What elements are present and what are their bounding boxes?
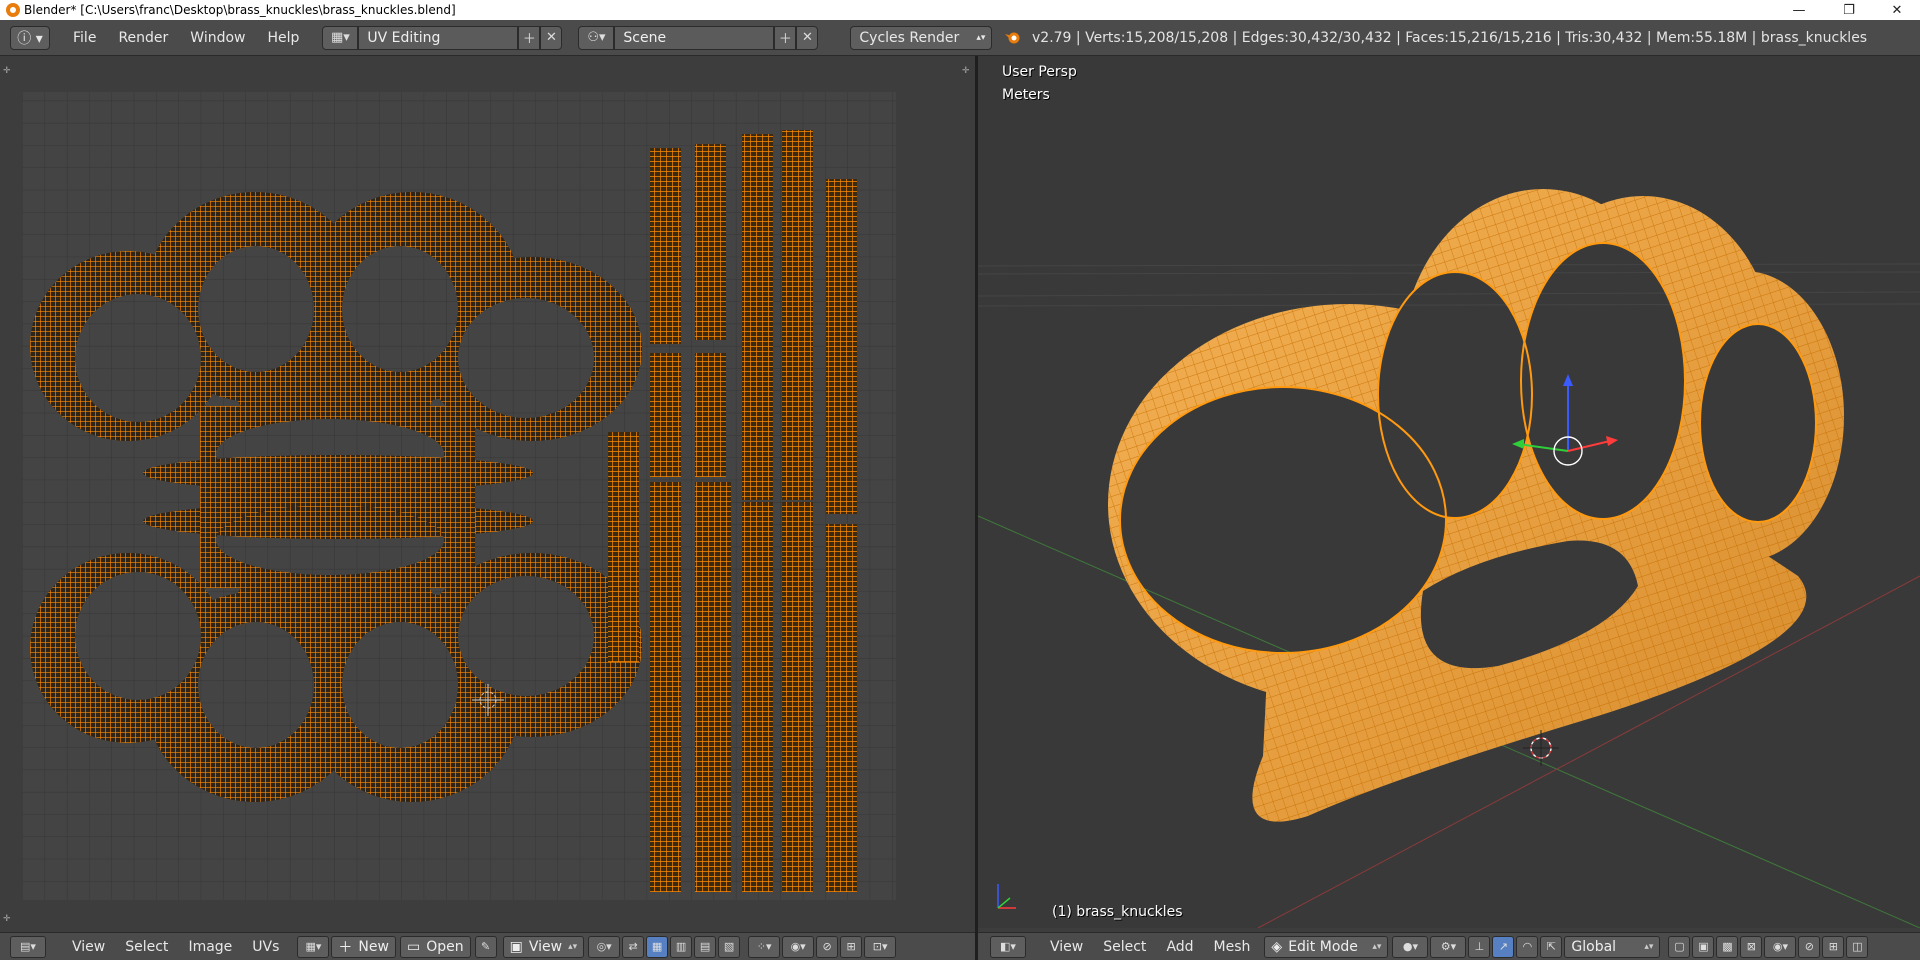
area-corner-icon[interactable]: ✛ [962,66,972,76]
menu-file[interactable]: File [62,30,107,46]
active-object-label: (1) brass_knuckles [1052,904,1183,920]
open-label: Open [426,938,464,955]
viewport-menu-select[interactable]: Select [1093,939,1156,955]
uv-menu-view[interactable]: View [62,939,115,955]
viewport-menu-add[interactable]: Add [1156,939,1203,955]
render-preview-icon[interactable]: ◫ [1846,935,1869,958]
translate-manipulator-icon[interactable]: ↗ [1492,935,1515,958]
view-mode-label: View [528,938,563,955]
stats-text: v2.79 | Verts:15,208/15,208 | Edges:30,4… [1032,30,1868,46]
blender-logo-icon [6,3,20,17]
dropdown-arrows-icon: ▴▾ [1372,941,1382,952]
dropdown-arrows-icon: ▴▾ [568,941,578,952]
pivot-icon[interactable]: ◎▾ [588,935,621,958]
uv-menu-image[interactable]: Image [178,939,242,955]
screen-layout-field[interactable]: UV Editing [358,25,519,50]
restore-button[interactable]: ❐ [1826,0,1872,20]
snap-icon[interactable]: ⊘ [816,935,839,958]
uv-channel-icon[interactable]: ⊡▾ [864,935,897,958]
area-corner-icon[interactable]: ✛ [3,66,13,76]
uv-image-editor[interactable]: ✛ ✛ ✛ [0,56,975,938]
orientation-label: Global [1571,938,1617,955]
area-corner-icon[interactable]: ✛ [3,914,13,924]
menu-window[interactable]: Window [179,30,256,46]
sticky-selection-icon[interactable]: ⁘▾ [748,935,781,958]
menu-help[interactable]: Help [256,30,310,46]
uv-canvas[interactable] [0,56,975,938]
transform-orientation-dropdown[interactable]: Global ▴▾ [1564,935,1661,958]
info-header: ⓘ ▾ File Render Window Help ▦▾ UV Editin… [0,20,1920,56]
menu-render[interactable]: Render [107,30,179,46]
editor-type-info-icon[interactable]: ⓘ ▾ [10,25,50,50]
manipulator-toggle-icon[interactable]: ⊥ [1468,935,1491,958]
screen-layout-icon[interactable]: ▦▾ [322,25,359,50]
layer-vertex-icon[interactable]: ▢ [1668,935,1691,958]
sync-selection-icon[interactable]: ⇄ [622,935,645,958]
scene-icon[interactable]: ⚇▾ [578,25,615,50]
viewport-header: ◧▾ View Select Add Mesh ◈ Edit Mode ▴▾ ●▾ … [978,932,1920,960]
snap-element-icon[interactable]: ⊞ [840,935,863,958]
uv-menu-select[interactable]: Select [115,939,178,955]
proportional-edit-icon[interactable]: ◉▾ [1764,935,1797,958]
add-screen-icon[interactable]: ＋ [518,25,541,50]
viewport-shading-icon[interactable]: ●▾ [1392,935,1429,958]
blender-logo-icon [1004,31,1022,45]
new-label: New [358,938,389,955]
editor-type-3d-icon[interactable]: ◧▾ [990,935,1026,958]
open-image-button[interactable]: ▭ Open [399,935,471,958]
snap-target-icon[interactable]: ⊞ [1822,935,1845,958]
proportional-editing-icon[interactable]: ◉▾ [782,935,815,958]
rotate-manipulator-icon[interactable]: ◠ [1516,935,1539,958]
pivot-point-icon[interactable]: ⚙▾ [1430,935,1467,958]
view-mode-dropdown[interactable]: ▣ View ▴▾ [502,935,585,958]
mode-dropdown[interactable]: ◈ Edit Mode ▴▾ [1264,935,1389,958]
pin-image-icon[interactable]: ✎ [474,935,497,958]
view-name: User Persp [1002,64,1077,80]
mode-label: Edit Mode [1288,938,1358,955]
viewport-menu-mesh[interactable]: Mesh [1204,939,1261,955]
viewport-menu-view[interactable]: View [1040,939,1093,955]
uv-editor-header: ▤▾ View Select Image UVs ▦▾ ＋ New ▭ Open ✎… [0,932,975,960]
render-engine-dropdown[interactable]: Cycles Render ▴▾ [850,25,993,50]
scene-stats: v2.79 | Verts:15,208/15,208 | Edges:30,4… [1004,20,1867,56]
browse-image-icon[interactable]: ▦▾ [297,935,330,958]
editor-type-image-icon[interactable]: ▤▾ [10,935,46,958]
dropdown-arrows-icon: ▴▾ [976,32,986,43]
minimize-button[interactable]: — [1776,0,1822,20]
face-select-mode-icon[interactable]: ▤ [694,935,717,958]
brass-knuckles-mesh[interactable] [978,56,1920,928]
limit-selection-icon[interactable]: ⊠ [1740,935,1763,958]
window-titlebar: Blender* [C:\Users\franc\Desktop\brass_k… [0,0,1920,20]
edge-select-mode-icon[interactable]: ▥ [670,935,693,958]
close-window-button[interactable]: ✕ [1874,0,1920,20]
scene-field[interactable]: Scene [614,25,775,50]
edit-mode-icon: ◈ [1271,938,1283,955]
window-title: Blender* [C:\Users\franc\Desktop\brass_k… [24,3,456,17]
uv-menu-uvs[interactable]: UVs [242,939,289,955]
vertex-select-mode-icon[interactable]: ▦ [646,935,669,958]
layer-edge-icon[interactable]: ▣ [1692,935,1715,958]
view-mode-icon: ▣ [509,938,523,955]
add-scene-icon[interactable]: ＋ [774,25,797,50]
dropdown-arrows-icon: ▴▾ [1644,941,1654,952]
viewport-canvas[interactable] [978,56,1920,928]
island-select-mode-icon[interactable]: ▧ [718,935,741,958]
3d-viewport[interactable]: ✛ ✛ [978,56,1920,928]
layer-face-icon[interactable]: ▩ [1716,935,1739,958]
delete-scene-icon[interactable]: ✕ [796,25,819,50]
units-label: Meters [1002,87,1050,103]
scale-manipulator-icon[interactable]: ⇱ [1540,935,1563,958]
delete-screen-icon[interactable]: ✕ [540,25,563,50]
render-engine-label: Cycles Render [859,29,960,46]
plus-icon: ＋ [338,939,353,956]
snap-toggle-icon[interactable]: ⊘ [1798,935,1821,958]
new-image-button[interactable]: ＋ New [331,935,396,958]
folder-icon: ▭ [406,938,421,955]
